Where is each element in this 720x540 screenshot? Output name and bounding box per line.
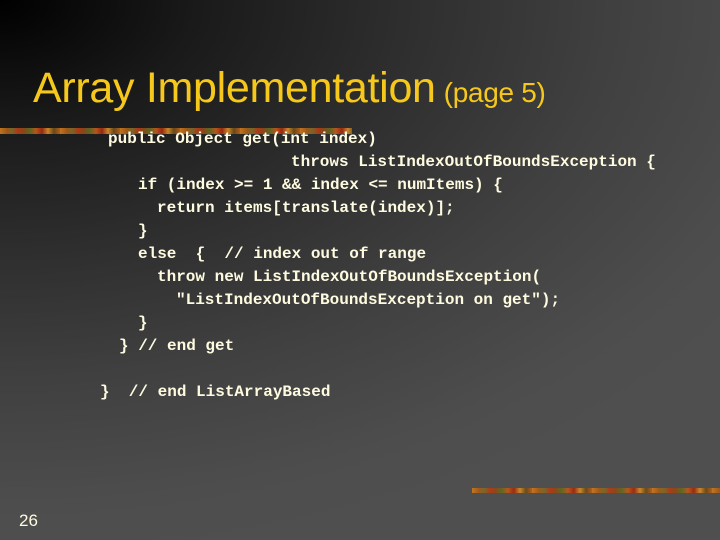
code-line: throw new ListIndexOutOfBoundsException( [157, 268, 542, 286]
code-line: if (index >= 1 && index <= numItems) { [138, 176, 503, 194]
code-line: "ListIndexOutOfBoundsException on get"); [176, 291, 561, 309]
code-line: } // end get [119, 337, 235, 355]
code-line: } [138, 222, 148, 240]
code-line: return items[translate(index)]; [157, 199, 455, 217]
page-number: 26 [19, 511, 38, 530]
slide-title-main: Array Implementation [33, 64, 436, 112]
code-line: throws ListIndexOutOfBoundsException { [291, 153, 656, 171]
decorative-divider-bottom [472, 488, 720, 493]
code-line: public Object get(int index) [108, 130, 377, 148]
code-line: } [138, 314, 148, 332]
slide-title: Array Implementation (page 5) [33, 60, 546, 116]
code-line: } // end ListArrayBased [100, 383, 331, 401]
slide: Array Implementation (page 5) public Obje… [0, 0, 720, 540]
slide-title-suffix: (page 5) [443, 77, 546, 108]
code-line: else { // index out of range [138, 245, 427, 263]
